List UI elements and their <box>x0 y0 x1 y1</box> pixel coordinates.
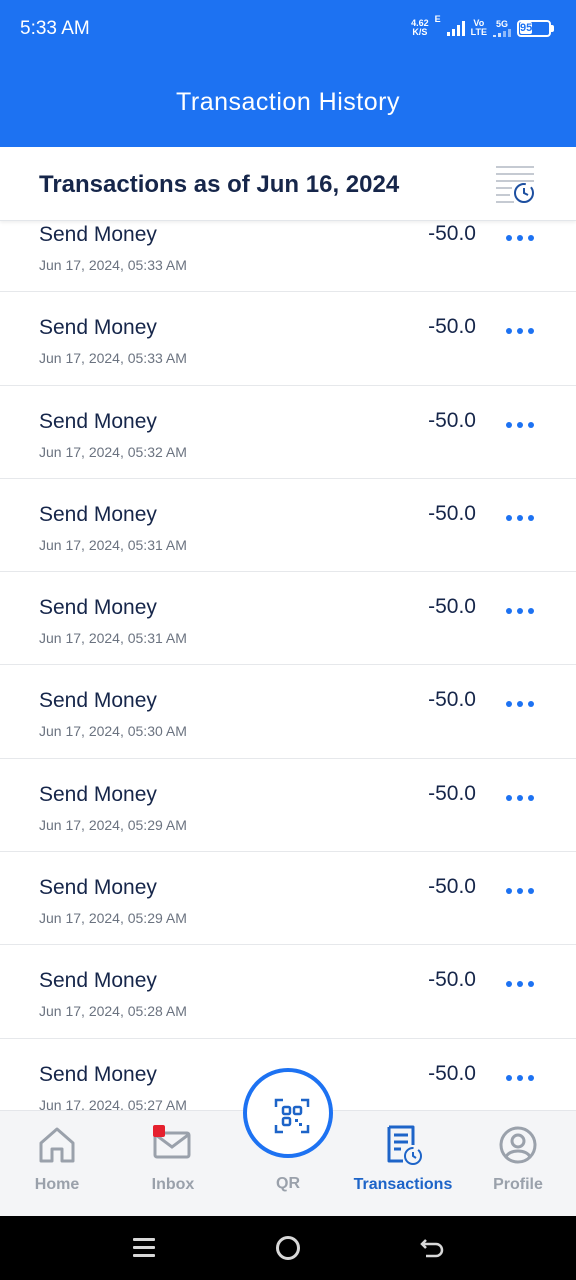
transaction-name: Send Money <box>39 689 157 713</box>
transaction-date: Jun 17, 2024, 05:31 AM <box>39 536 187 553</box>
back-icon[interactable] <box>420 1236 444 1260</box>
transaction-amount: -50.0 <box>428 315 476 339</box>
transaction-date: Jun 17, 2024, 05:32 AM <box>39 443 187 460</box>
transaction-amount: -50.0 <box>428 688 476 712</box>
transaction-amount: -50.0 <box>428 408 476 432</box>
transaction-date: Jun 17, 2024, 05:29 AM <box>39 816 187 833</box>
transactions-icon <box>387 1125 422 1165</box>
net-type-5g: 5G <box>493 18 511 37</box>
transaction-name: Send Money <box>39 782 157 806</box>
qr-button[interactable] <box>243 1068 333 1158</box>
transaction-name: Send Money <box>39 502 157 526</box>
net-type-label: E <box>434 14 441 24</box>
transaction-amount: -50.0 <box>428 501 476 525</box>
transaction-name: Send Money <box>39 409 157 433</box>
mail-icon <box>153 1125 191 1159</box>
nav-inbox[interactable]: Inbox <box>118 1111 228 1217</box>
transaction-name: Send Money <box>39 316 157 340</box>
more-options-icon[interactable] <box>506 606 538 616</box>
more-options-icon[interactable] <box>506 699 538 709</box>
transaction-row[interactable]: Send Money Jun 17, 2024, 05:28 AM -50.0 <box>0 945 576 1039</box>
nav-inbox-label: Inbox <box>151 1176 195 1193</box>
history-filter-icon[interactable] <box>494 162 538 206</box>
more-options-icon[interactable] <box>506 233 538 243</box>
page-title: Transaction History <box>176 88 400 116</box>
signal-icon-2 <box>493 28 511 37</box>
status-time: 5:33 AM <box>20 18 90 39</box>
transaction-name: Send Money <box>39 1062 157 1086</box>
profile-icon <box>499 1126 537 1164</box>
notification-badge <box>153 1125 165 1137</box>
transaction-date: Jun 17, 2024, 05:30 AM <box>39 723 187 740</box>
nav-transactions-label: Transactions <box>353 1176 453 1193</box>
volte-bottom: LTE <box>470 27 487 37</box>
transaction-name: Send Money <box>39 969 157 993</box>
transaction-date: Jun 17, 2024, 05:31 AM <box>39 630 187 647</box>
transaction-row[interactable]: Send Money Jun 17, 2024, 05:33 AM -50.0 <box>0 292 576 386</box>
transaction-date: Jun 17, 2024, 05:28 AM <box>39 1003 187 1020</box>
net-type-5g-label: 5G <box>495 18 508 29</box>
transaction-list: Send Money Jun 17, 2024, 05:33 AM -50.0 … <box>0 199 576 1132</box>
nav-profile-label: Profile <box>493 1176 543 1193</box>
nav-home-label: Home <box>34 1176 80 1193</box>
transaction-amount: -50.0 <box>428 968 476 992</box>
transaction-row[interactable]: Send Money Jun 17, 2024, 05:30 AM -50.0 <box>0 665 576 759</box>
nav-profile[interactable]: Profile <box>463 1111 573 1217</box>
status-bar: 5:33 AM 4.62 K/S E Vo LTE 5G 95 <box>0 0 576 58</box>
more-options-icon[interactable] <box>506 326 538 336</box>
transaction-name: Send Money <box>39 596 157 620</box>
home-icon <box>39 1127 75 1163</box>
volte-icon: Vo LTE <box>471 19 487 37</box>
transaction-amount: -50.0 <box>428 222 476 245</box>
more-options-icon[interactable] <box>506 793 538 803</box>
more-options-icon[interactable] <box>506 979 538 989</box>
transaction-date: Jun 17, 2024, 05:33 AM <box>39 350 187 367</box>
transaction-row[interactable]: Send Money Jun 17, 2024, 05:31 AM -50.0 <box>0 572 576 666</box>
more-options-icon[interactable] <box>506 886 538 896</box>
transaction-name: Send Money <box>39 223 157 246</box>
qr-scan-icon <box>274 1098 310 1134</box>
net-type-e: E <box>435 15 441 24</box>
transaction-amount: -50.0 <box>428 781 476 805</box>
home-button-icon[interactable] <box>276 1236 300 1260</box>
transaction-amount: -50.0 <box>428 595 476 619</box>
transaction-row[interactable]: Send Money Jun 17, 2024, 05:32 AM -50.0 <box>0 386 576 479</box>
nav-home[interactable]: Home <box>2 1111 112 1217</box>
recent-apps-icon[interactable] <box>133 1238 155 1262</box>
battery-level: 95 <box>520 21 533 34</box>
net-speed-unit: K/S <box>412 27 428 37</box>
more-options-icon[interactable] <box>506 420 538 430</box>
more-options-icon[interactable] <box>506 513 538 523</box>
battery-icon: 95 <box>517 19 554 37</box>
system-nav-bar <box>0 1216 576 1280</box>
nav-qr-label: QR <box>276 1175 300 1192</box>
transactions-date-header: Transactions as of Jun 16, 2024 <box>0 147 576 221</box>
transaction-row[interactable]: Send Money Jun 17, 2024, 05:29 AM -50.0 <box>0 759 576 853</box>
signal-icon <box>446 20 465 36</box>
transaction-amount: -50.0 <box>428 1061 476 1085</box>
nav-transactions[interactable]: Transactions <box>348 1111 458 1217</box>
transaction-row[interactable]: Send Money Jun 17, 2024, 05:29 AM -50.0 <box>0 852 576 946</box>
transaction-name: Send Money <box>39 876 157 900</box>
app-header: 5:33 AM 4.62 K/S E Vo LTE 5G 95 Transact… <box>0 0 576 147</box>
transactions-date-title: Transactions as of Jun 16, 2024 <box>39 171 400 198</box>
system-indicators: 4.62 K/S E Vo LTE 5G 95 <box>411 15 554 41</box>
more-options-icon[interactable] <box>506 1073 538 1083</box>
transaction-date: Jun 17, 2024, 05:29 AM <box>39 910 187 927</box>
transaction-row[interactable]: Send Money Jun 17, 2024, 05:31 AM -50.0 <box>0 479 576 573</box>
network-speed: 4.62 K/S <box>411 19 429 37</box>
transaction-amount: -50.0 <box>428 875 476 899</box>
transaction-date: Jun 17, 2024, 05:33 AM <box>39 257 187 273</box>
